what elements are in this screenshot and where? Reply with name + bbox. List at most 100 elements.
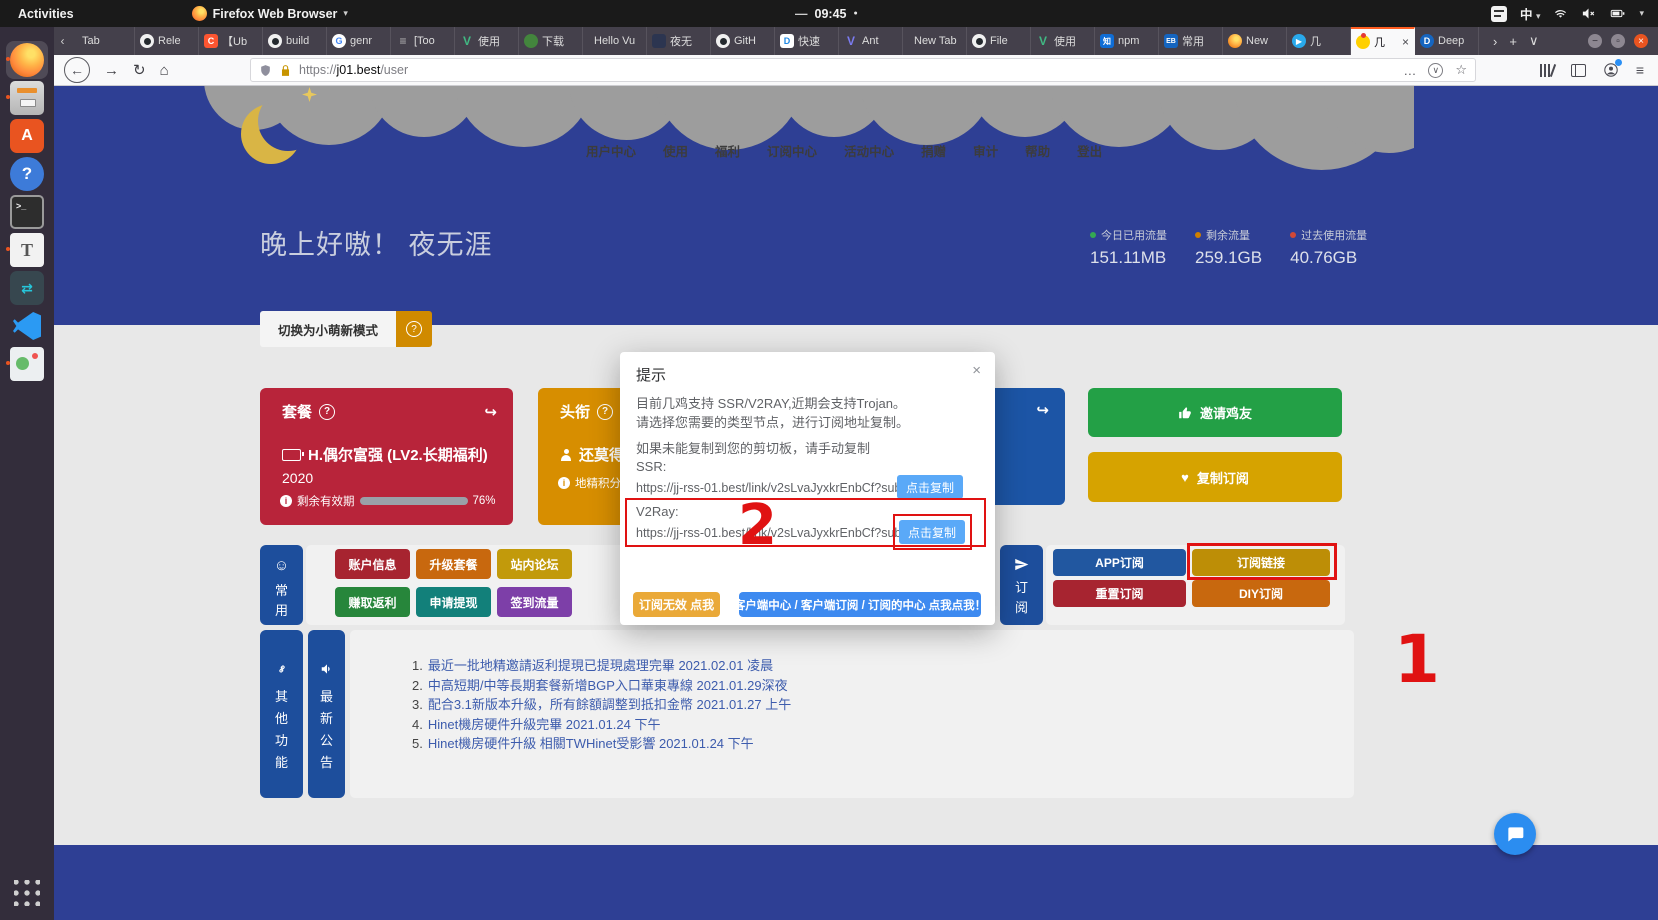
subscribe-action-button[interactable]: DIY订阅 (1192, 580, 1330, 607)
browser-tab[interactable]: build (263, 27, 327, 55)
dock-item[interactable] (6, 117, 48, 155)
browser-tab[interactable]: 夜无 (647, 27, 711, 55)
announcement-link[interactable]: 中高短期/中等長期套餐新增BGP入口華東專線 2021.01.29深夜 (428, 676, 788, 696)
new-tab-button[interactable]: + (1509, 34, 1517, 49)
site-nav-link[interactable]: 审计 (973, 141, 998, 160)
url-bar[interactable]: https://j01.best/user … ∨ ☆ (250, 58, 1476, 82)
browser-tab[interactable]: 常用 (1159, 27, 1223, 55)
input-method-indicator[interactable]: 中 ▾ (1520, 4, 1541, 23)
browser-tab[interactable]: genr (327, 27, 391, 55)
dock-item[interactable] (6, 41, 48, 79)
announcement-link[interactable]: Hinet機房硬件升級完畢 2021.01.24 下午 (428, 715, 661, 735)
wifi-icon[interactable] (1553, 6, 1568, 21)
browser-tab[interactable]: Ant (839, 27, 903, 55)
client-center-button[interactable]: 客户端中心 / 客户端订阅 / 订阅的中心 点我点我！ (739, 592, 981, 617)
site-nav-link[interactable]: 福利 (715, 141, 740, 160)
site-nav-link[interactable]: 登出 (1077, 141, 1102, 160)
site-nav-link[interactable]: 使用 (663, 141, 688, 160)
browser-tab[interactable]: 使用 (455, 27, 519, 55)
site-nav-link[interactable]: 捐赠 (921, 141, 946, 160)
announcement-link[interactable]: Hinet機房硬件升級 相關TWHinet受影響 2021.01.24 下午 (428, 734, 754, 754)
home-button[interactable]: ⌂ (160, 62, 169, 79)
maximize-button[interactable] (1611, 34, 1625, 48)
chat-launcher-button[interactable] (1494, 813, 1536, 855)
common-action-button[interactable]: 升级套餐 (416, 549, 491, 579)
close-window-button[interactable] (1634, 34, 1648, 48)
tab-subscribe[interactable]: 订阅 (1000, 545, 1043, 625)
scroll-tabs-right-icon[interactable]: › (1493, 34, 1497, 49)
subscribe-action-button[interactable]: 重置订阅 (1053, 580, 1186, 607)
browser-tab[interactable]: npm (1095, 27, 1159, 55)
copy-subscription-button[interactable]: 复制订阅 (1088, 452, 1342, 502)
browser-tab[interactable]: 快速 (775, 27, 839, 55)
common-action-button[interactable]: 账户信息 (335, 549, 410, 579)
dock-item[interactable] (6, 155, 48, 193)
switch-newbie-mode-button[interactable]: 切换为小萌新模式 (260, 311, 396, 347)
shield-icon[interactable] (259, 64, 272, 77)
share-arrow-icon[interactable] (1036, 401, 1049, 419)
dialog-close-icon[interactable]: × (972, 362, 981, 379)
clock[interactable]: — 09:45 ● (795, 7, 858, 21)
tab-common[interactable]: 常用 (260, 545, 303, 625)
dock-item[interactable] (6, 79, 48, 117)
browser-tab[interactable]: Hello Vu (583, 27, 647, 55)
dock-item[interactable] (6, 345, 48, 383)
battery-icon[interactable] (1609, 6, 1626, 21)
minimize-button[interactable] (1588, 34, 1602, 48)
browser-tab[interactable]: 几 (1287, 27, 1351, 55)
common-action-button[interactable]: 赚取返利 (335, 587, 410, 617)
browser-tab[interactable]: [Too (391, 27, 455, 55)
common-action-button[interactable]: 申请提现 (416, 587, 491, 617)
hamburger-menu-icon[interactable]: ≡ (1636, 62, 1644, 78)
invite-friends-button[interactable]: 邀请鸡友 (1088, 388, 1342, 437)
page-actions-icon[interactable]: … (1403, 63, 1416, 78)
dock-item[interactable] (6, 193, 48, 231)
browser-tab[interactable]: Rele (135, 27, 199, 55)
announcement-link[interactable]: 配合3.1新版本升級，所有餘額調整到抵扣金幣 2021.01.27 上午 (428, 695, 791, 715)
browser-tab[interactable]: Tab (71, 27, 135, 55)
library-icon[interactable] (1540, 64, 1554, 77)
ssr-copy-button[interactable]: 点击复制 (897, 475, 963, 499)
browser-tab[interactable]: 使用 (1031, 27, 1095, 55)
reload-button[interactable]: ↻ (133, 61, 146, 79)
forward-button[interactable]: → (104, 62, 119, 79)
browser-tab[interactable]: File (967, 27, 1031, 55)
dock-item[interactable] (6, 231, 48, 269)
mode-help-button[interactable] (396, 311, 432, 347)
subscribe-action-button[interactable]: APP订阅 (1053, 549, 1186, 576)
bookmark-star-icon[interactable]: ☆ (1455, 62, 1467, 78)
account-icon[interactable] (1603, 62, 1619, 78)
dock-item[interactable] (6, 307, 48, 345)
announcement-link[interactable]: 最近一批地精邀請返利提現已提現處理完畢 2021.02.01 凌晨 (428, 656, 773, 676)
dock-item[interactable] (6, 269, 48, 307)
common-action-button[interactable]: 站内论坛 (497, 549, 572, 579)
subscription-invalid-button[interactable]: 订阅无效 点我 (633, 592, 720, 617)
input-indicator-icon[interactable] (1491, 6, 1507, 22)
tab-close-icon[interactable] (1402, 35, 1409, 49)
browser-tab[interactable]: GitH (711, 27, 775, 55)
question-icon[interactable] (597, 404, 613, 420)
common-action-button[interactable]: 签到流量 (497, 587, 572, 617)
browser-tab[interactable]: 【Ub (199, 27, 263, 55)
browser-tab[interactable]: 几 (1351, 27, 1415, 55)
browser-tab[interactable]: New (1223, 27, 1287, 55)
app-menu[interactable]: Firefox Web Browser ▾ (192, 6, 348, 21)
activities-button[interactable]: Activities (18, 7, 74, 21)
browser-tab[interactable]: 下载 (519, 27, 583, 55)
pocket-icon[interactable]: ∨ (1428, 63, 1443, 78)
volume-muted-icon[interactable] (1581, 6, 1596, 21)
scroll-tabs-left-icon[interactable]: ‹ (54, 27, 71, 55)
browser-tab[interactable]: New Tab (903, 27, 967, 55)
site-nav-link[interactable]: 用户中心 (586, 141, 636, 160)
tab-other-functions[interactable]: 其他功能 (260, 630, 303, 798)
site-nav-link[interactable]: 活动中心 (844, 141, 894, 160)
lock-warning-icon[interactable] (279, 64, 292, 77)
share-arrow-icon[interactable] (484, 403, 497, 421)
site-nav-link[interactable]: 帮助 (1025, 141, 1050, 160)
back-button[interactable]: ← (64, 57, 90, 83)
tab-list-dropdown-icon[interactable]: ∨ (1529, 33, 1539, 49)
question-icon[interactable] (319, 404, 335, 420)
site-nav-link[interactable]: 订阅中心 (767, 141, 817, 160)
show-applications-button[interactable] (0, 876, 54, 910)
chevron-down-icon[interactable]: ▾ (1639, 8, 1644, 19)
